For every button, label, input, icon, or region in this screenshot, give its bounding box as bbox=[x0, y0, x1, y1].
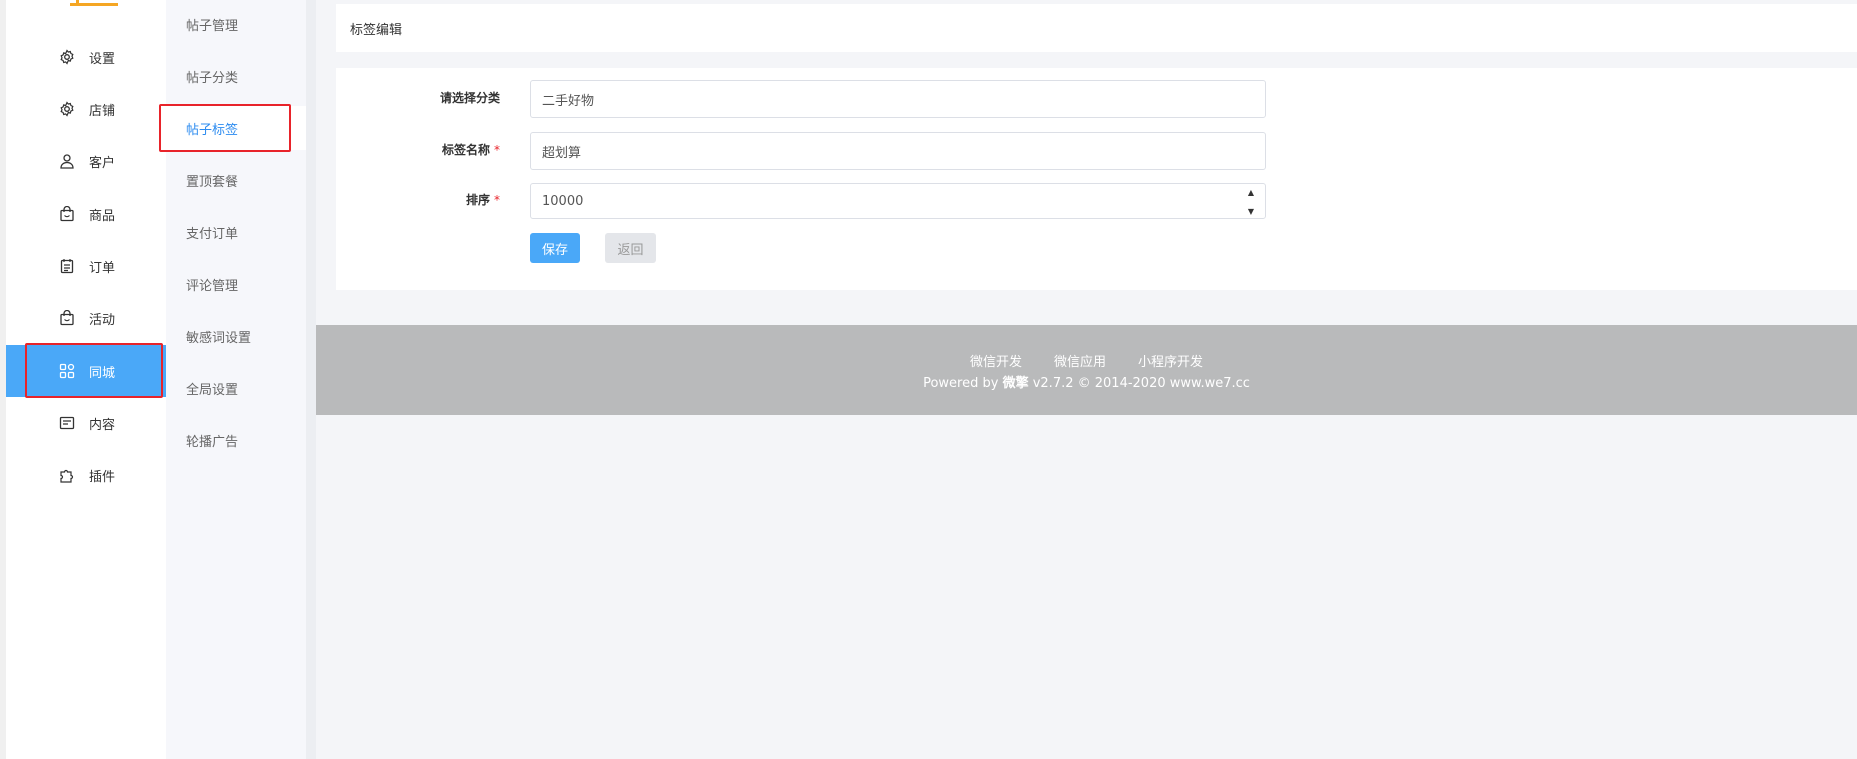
nav-item-label: 商品 bbox=[89, 208, 116, 224]
subnav-item-global-settings[interactable]: 全局设置 bbox=[166, 366, 306, 410]
subnav-item-label: 帖子分类 bbox=[186, 70, 239, 86]
subnav-item-post-category[interactable]: 帖子分类 bbox=[166, 54, 306, 98]
footer: 微信开发 微信应用 小程序开发 Powered by 微擎 v2.7.2 © 2… bbox=[316, 325, 1857, 415]
tag-name-input[interactable]: 超划算 bbox=[530, 132, 1266, 170]
divider bbox=[306, 0, 316, 759]
save-button[interactable]: 保存 bbox=[530, 233, 580, 263]
primary-sidebar: 设置 店铺 客户 商品 订单 活动 同城 内容 插件 bbox=[0, 0, 166, 759]
page-header: 标签编辑 bbox=[336, 4, 1857, 52]
nav-item-label: 内容 bbox=[89, 417, 116, 433]
nav-item-activity[interactable]: 活动 bbox=[6, 292, 166, 344]
nav-item-label: 活动 bbox=[89, 312, 116, 328]
footer-link-wechat-dev[interactable]: 微信开发 bbox=[970, 351, 1022, 370]
category-value: 二手好物 bbox=[542, 93, 595, 109]
footer-link-miniprogram-dev[interactable]: 小程序开发 bbox=[1138, 351, 1203, 370]
subnav-item-label: 帖子标签 bbox=[186, 122, 239, 138]
nav-item-store[interactable]: 店铺 bbox=[6, 83, 166, 135]
footer-copyright: Powered by 微擎 v2.7.2 © 2014-2020 www.we7… bbox=[923, 376, 1250, 391]
sort-number-input[interactable]: 10000 ▲ ▼ bbox=[530, 183, 1266, 219]
nav-item-orders[interactable]: 订单 bbox=[6, 240, 166, 292]
number-spinner[interactable]: ▲ ▼ bbox=[1245, 188, 1257, 216]
nav-item-customer[interactable]: 客户 bbox=[6, 135, 166, 187]
subnav-item-payment-orders[interactable]: 支付订单 bbox=[166, 210, 306, 254]
subnav-item-label: 敏感词设置 bbox=[186, 330, 252, 346]
sort-value: 10000 bbox=[542, 193, 584, 209]
nav-item-label: 设置 bbox=[89, 51, 116, 67]
sort-label: 排序 * bbox=[465, 193, 500, 207]
nav-item-plugin[interactable]: 插件 bbox=[6, 449, 166, 501]
nav-item-settings[interactable]: 设置 bbox=[6, 31, 166, 83]
subnav-item-pin-package[interactable]: 置顶套餐 bbox=[166, 158, 306, 202]
category-label: 请选择分类 bbox=[439, 91, 500, 105]
required-mark: * bbox=[494, 193, 500, 207]
subnav-item-label: 帖子管理 bbox=[186, 18, 239, 34]
tag-name-value: 超划算 bbox=[542, 145, 582, 161]
activity-icon bbox=[58, 309, 76, 327]
gear-icon bbox=[58, 48, 76, 66]
nav-item-label: 客户 bbox=[89, 155, 116, 171]
spinner-up-icon[interactable]: ▲ bbox=[1248, 188, 1254, 197]
tag-name-label: 标签名称 * bbox=[441, 143, 500, 157]
subnav-item-label: 全局设置 bbox=[186, 382, 239, 398]
subnav-item-label: 支付订单 bbox=[186, 226, 239, 242]
category-select[interactable]: 二手好物 bbox=[530, 80, 1266, 118]
nav-item-label: 插件 bbox=[89, 469, 116, 485]
tag-edit-form: 请选择分类 二手好物 标签名称 * 超划算 排序 * 10000 ▲ ▼ 保存 返回 bbox=[336, 68, 1857, 290]
subnav-item-carousel-ads[interactable]: 轮播广告 bbox=[166, 418, 306, 462]
page-title: 标签编辑 bbox=[350, 22, 403, 38]
subnav-item-post-management[interactable]: 帖子管理 bbox=[166, 2, 306, 46]
nav-item-label: 同城 bbox=[89, 365, 116, 381]
logo bbox=[70, 0, 118, 6]
plugin-icon bbox=[58, 466, 76, 484]
subnav-item-post-tags[interactable]: 帖子标签 bbox=[166, 106, 306, 150]
content-icon bbox=[58, 414, 76, 432]
grid-icon bbox=[58, 362, 76, 380]
subnav-item-comment-management[interactable]: 评论管理 bbox=[166, 262, 306, 306]
subnav-item-label: 评论管理 bbox=[186, 278, 239, 294]
nav-item-content[interactable]: 内容 bbox=[6, 397, 166, 449]
nav-item-local[interactable]: 同城 bbox=[6, 345, 166, 397]
main-content: 标签编辑 请选择分类 二手好物 标签名称 * 超划算 排序 * 10000 ▲ ▼ … bbox=[316, 0, 1857, 759]
store-icon bbox=[58, 100, 76, 118]
nav-item-label: 订单 bbox=[89, 260, 116, 276]
nav-item-label: 店铺 bbox=[89, 103, 116, 119]
footer-links: 微信开发 微信应用 小程序开发 bbox=[316, 351, 1857, 370]
nav-item-goods[interactable]: 商品 bbox=[6, 188, 166, 240]
subnav-item-label: 置顶套餐 bbox=[186, 174, 239, 190]
subnav-item-label: 轮播广告 bbox=[186, 434, 239, 450]
subnav-item-sensitive-words[interactable]: 敏感词设置 bbox=[166, 314, 306, 358]
back-button[interactable]: 返回 bbox=[605, 233, 656, 263]
required-mark: * bbox=[494, 143, 500, 157]
spinner-down-icon[interactable]: ▼ bbox=[1248, 207, 1254, 216]
secondary-sidebar: 帖子管理 帖子分类 帖子标签 置顶套餐 支付订单 评论管理 敏感词设置 全局设置… bbox=[166, 0, 306, 759]
user-icon bbox=[58, 152, 76, 170]
order-icon bbox=[58, 257, 76, 275]
bag-icon bbox=[58, 205, 76, 223]
footer-link-wechat-apps[interactable]: 微信应用 bbox=[1054, 351, 1106, 370]
footer-brand[interactable]: 微擎 bbox=[1003, 376, 1029, 391]
